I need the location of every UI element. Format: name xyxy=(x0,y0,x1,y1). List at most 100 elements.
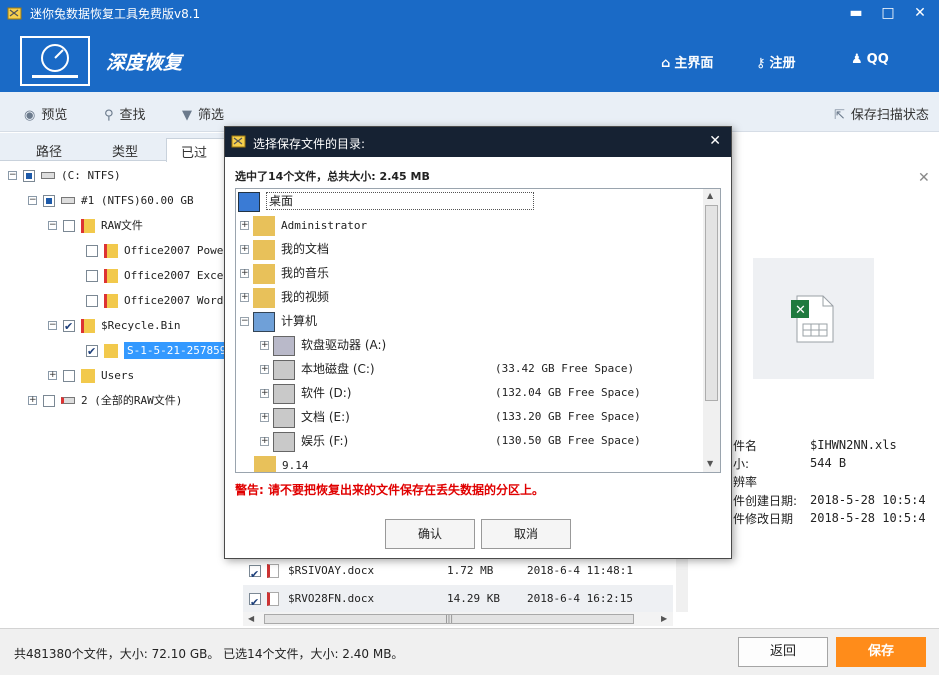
checkbox[interactable] xyxy=(63,219,75,232)
save-scan-button[interactable]: ⇱ 保存扫描状态 xyxy=(834,104,929,123)
collapse-icon[interactable]: − xyxy=(240,317,249,326)
scrollbar-thumb[interactable]: ||| xyxy=(264,614,634,624)
list-item-date: 2018-6-4 16:2:15 xyxy=(527,592,633,605)
dir-item[interactable]: + 我的视频 xyxy=(240,285,329,309)
collapse-icon[interactable]: − xyxy=(48,221,57,230)
tree-item[interactable]: Office2007 PowerP xyxy=(86,239,237,261)
checkbox[interactable] xyxy=(43,394,55,407)
list-scrollbar[interactable] xyxy=(676,557,688,612)
maximize-button[interactable]: □ xyxy=(878,4,898,22)
dir-item-label: 我的文档 xyxy=(281,242,330,256)
confirm-button[interactable]: 确认 xyxy=(385,519,475,549)
save-button[interactable]: 保存 xyxy=(836,637,926,667)
checkbox[interactable] xyxy=(249,589,261,617)
checkbox[interactable] xyxy=(63,316,75,338)
folder-icon xyxy=(104,343,118,358)
expand-icon[interactable]: + xyxy=(240,245,249,254)
filter-button[interactable]: ▼ 筛选 xyxy=(182,104,224,123)
tree-item[interactable]: + Users xyxy=(48,364,134,386)
info-created-label: 件创建日期: xyxy=(733,494,798,508)
list-item[interactable]: $RVO28FN.docx 14.29 KB 2018-6-4 16:2:15 xyxy=(243,585,673,617)
dir-item[interactable]: 9.14 xyxy=(254,453,309,472)
cancel-button[interactable]: 取消 xyxy=(481,519,571,549)
drive-free-space: (133.20 GB Free Space) xyxy=(495,410,641,423)
dir-item[interactable]: + 娱乐 (F:) (130.50 GB Free Space) xyxy=(260,429,700,453)
dir-item-label: 计算机 xyxy=(281,314,318,328)
tree-item[interactable]: − RAW文件 xyxy=(48,214,143,236)
expand-icon[interactable]: + xyxy=(260,413,269,422)
vertical-scrollbar[interactable]: ▲ ▼ xyxy=(703,189,720,472)
expand-icon[interactable]: + xyxy=(28,396,37,405)
dir-item[interactable]: + 我的文档 xyxy=(240,237,329,261)
find-button[interactable]: ⚲ 查找 xyxy=(104,104,146,123)
checkbox[interactable] xyxy=(86,294,98,307)
tree-item[interactable]: − (C: NTFS) xyxy=(8,164,121,186)
user-folder-icon xyxy=(253,215,275,236)
dir-item[interactable]: + 文档 (E:) (133.20 GB Free Space) xyxy=(260,405,700,429)
list-item-size: 14.29 KB xyxy=(447,592,500,605)
expand-icon[interactable]: + xyxy=(260,389,269,398)
checkbox[interactable] xyxy=(86,341,98,363)
back-button[interactable]: 返回 xyxy=(738,637,828,667)
close-preview-icon[interactable]: ✕ xyxy=(918,170,930,186)
scroll-up-icon[interactable]: ▲ xyxy=(707,191,713,200)
info-modified-label: 件修改日期 xyxy=(733,512,794,526)
expand-icon[interactable]: + xyxy=(48,371,57,380)
folder-warning-icon xyxy=(104,243,118,258)
expand-icon[interactable]: + xyxy=(260,365,269,374)
list-item-name: $RSIVOAY.docx xyxy=(288,564,375,577)
window-title: 迷你兔数据恢复工具免费版v8.1 xyxy=(30,7,201,21)
tab-type[interactable]: 类型 xyxy=(112,141,138,160)
tab-path[interactable]: 路径 xyxy=(36,141,62,160)
expand-icon[interactable]: + xyxy=(260,341,269,350)
dir-item[interactable]: + Administrator xyxy=(240,213,367,237)
scrollbar-thumb[interactable] xyxy=(705,205,718,401)
scroll-left-icon[interactable]: ◀ xyxy=(248,614,254,623)
nav-home[interactable]: ⌂ 主界面 xyxy=(661,52,713,71)
checkbox[interactable] xyxy=(249,561,261,589)
checkbox[interactable] xyxy=(43,194,55,207)
expand-icon[interactable]: + xyxy=(240,269,249,278)
dialog-close-button[interactable]: ✕ xyxy=(709,133,721,149)
dir-item[interactable]: − 计算机 xyxy=(240,309,317,333)
svg-text:✕: ✕ xyxy=(795,303,806,318)
collapse-icon[interactable]: − xyxy=(48,321,57,330)
list-item[interactable]: $RSIVOAY.docx 1.72 MB 2018-6-4 11:48:1 xyxy=(243,557,673,589)
checkbox[interactable] xyxy=(63,369,75,382)
checkbox[interactable] xyxy=(23,169,35,182)
collapse-icon[interactable]: − xyxy=(8,171,17,180)
list-item-size: 1.72 MB xyxy=(447,564,494,577)
tree-item-selected[interactable]: S-1-5-21-2578596 xyxy=(86,339,236,363)
dir-item-desktop[interactable]: 桌面 xyxy=(238,189,535,213)
tree-item[interactable]: +2 (全部的RAW文件) xyxy=(28,389,182,411)
preview-button[interactable]: ◉ 预览 xyxy=(24,104,67,123)
dir-item[interactable]: + 软件 (D:) (132.04 GB Free Space) xyxy=(260,381,700,405)
dir-item[interactable]: + 本地磁盘 (C:) (33.42 GB Free Space) xyxy=(260,357,700,381)
checkbox[interactable] xyxy=(86,244,98,257)
checkbox[interactable] xyxy=(86,269,98,282)
expand-icon[interactable]: + xyxy=(260,437,269,446)
nav-register[interactable]: ⚷ 注册 xyxy=(756,52,796,71)
documents-folder-icon xyxy=(253,239,275,260)
close-window-button[interactable]: ✕ xyxy=(910,4,930,22)
tree-item[interactable]: Office2007 Word xyxy=(86,289,223,311)
dir-item-label: 软盘驱动器 (A:) xyxy=(301,338,387,352)
tree-item[interactable]: − $Recycle.Bin xyxy=(48,314,180,338)
dir-item[interactable]: + 我的音乐 xyxy=(240,261,329,285)
nav-qq[interactable]: ♟ QQ xyxy=(851,52,889,67)
scroll-down-icon[interactable]: ▼ xyxy=(707,459,713,468)
collapse-icon[interactable]: − xyxy=(28,196,37,205)
expand-icon[interactable]: + xyxy=(240,293,249,302)
horizontal-scrollbar[interactable]: ◀ ||| ▶ xyxy=(243,612,673,626)
drive-free-space: (33.42 GB Free Space) xyxy=(495,362,635,375)
folder-warning-icon xyxy=(81,318,95,333)
preview-label: 预览 xyxy=(41,108,68,123)
floppy-drive-icon xyxy=(273,335,295,356)
dir-item[interactable]: + 软盘驱动器 (A:) xyxy=(260,333,386,357)
tree-item[interactable]: − #1 (NTFS)60.00 GB xyxy=(28,189,194,211)
minimize-button[interactable]: ▬ xyxy=(846,4,866,22)
expand-icon[interactable]: + xyxy=(240,221,249,230)
tree-item[interactable]: Office2007 Excel xyxy=(86,264,230,286)
scroll-right-icon[interactable]: ▶ xyxy=(661,614,667,623)
folder-warning-icon xyxy=(81,218,95,233)
